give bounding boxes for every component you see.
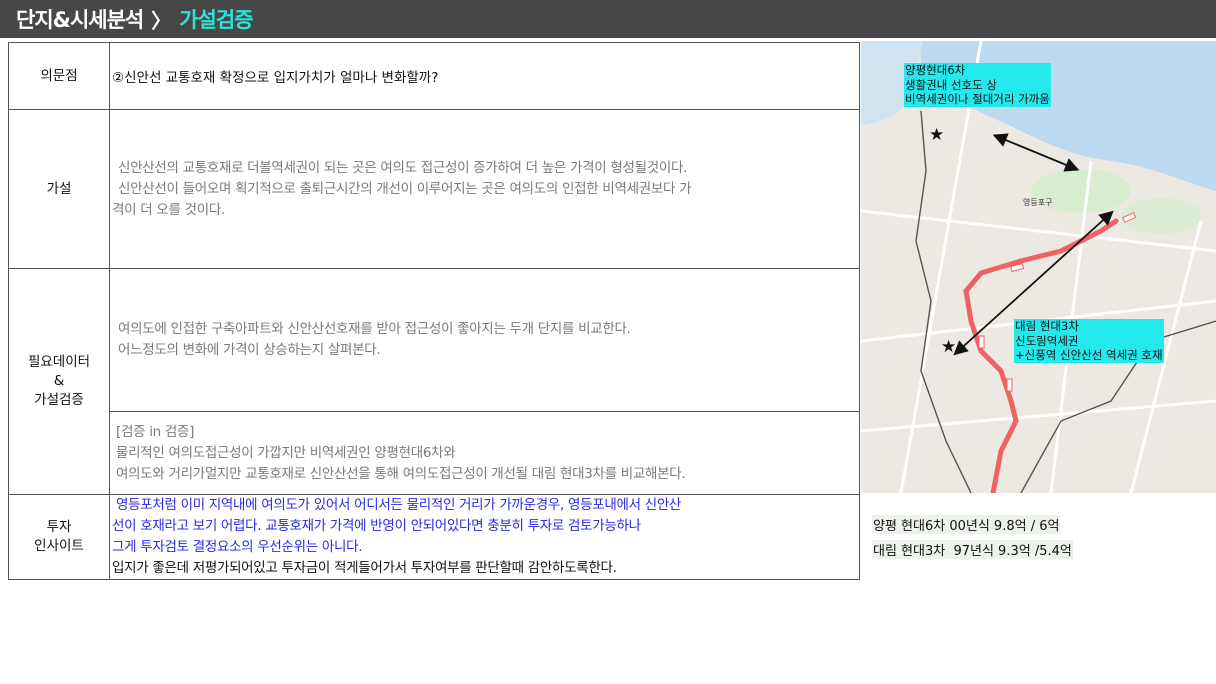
callout-mid-line-1: 대림 현대3차 bbox=[1015, 319, 1079, 333]
callout-top-line-3: 비역세권이나 절대거리 가까움 bbox=[905, 92, 1050, 106]
data-row-2: [검증 in 검증] 물리적인 여의도접근성이 가깝지만 비역세권인 양평현대6… bbox=[9, 411, 860, 495]
callout-top-line-1: 양평현대6차 bbox=[905, 63, 966, 77]
callout-mid-line-2: 신도림역세권 bbox=[1015, 333, 1079, 348]
verify-line-2: 물리적인 여의도접근성이 가깝지만 비역세권인 양평현대6차와 bbox=[116, 444, 456, 461]
verify-line-3: 여의도와 거리가멀지만 교통호재로 신안산선을 통해 여의도접근성이 개선될 대… bbox=[116, 465, 686, 482]
insight-black-line: 입지가 좋은데 저평가되어있고 투자금이 적게들어가서 투자여부를 판단할때 감… bbox=[112, 560, 617, 576]
data-line-2: 어느정도의 변화에 가격이 상승하는지 살펴본다. bbox=[118, 342, 381, 358]
callout-daerim: 대림 현대3차 신도림역세권 +신풍역 신안산선 역세권 호재 bbox=[1014, 319, 1164, 363]
header-title-main: 단지&시세분석 bbox=[16, 8, 144, 32]
data-line-1: 여의도에 인접한 구축아파트와 신안산선호재를 받아 접근성이 좋아지는 두개 … bbox=[118, 321, 631, 337]
data-row-1: 필요데이터 & 가설검증 여의도에 인접한 구축아파트와 신안산선호재를 받아 … bbox=[8, 268, 860, 495]
data-label: 필요데이터 & 가설검증 bbox=[8, 268, 110, 495]
insight-label: 투자 인사이트 bbox=[8, 494, 110, 580]
insight-blue-line-1: 영등포처럼 이미 지역내에 여의도가 있어서 어디서든 물리적인 거리가 가까운… bbox=[112, 497, 682, 513]
star-icon-daerim: ★ bbox=[941, 337, 956, 357]
hypothesis-label: 가설 bbox=[8, 109, 110, 269]
price-note-daerim: 대림 현대3차 97년식 9.3억 /5.4억 bbox=[872, 540, 1073, 559]
question-text: ②신안선 교통호재 확정으로 입지가치가 얼마나 변화할까? bbox=[109, 42, 860, 110]
data-text-1: 여의도에 인접한 구축아파트와 신안산선호재를 받아 접근성이 좋아지는 두개 … bbox=[109, 268, 860, 412]
insight-label-line-2: 인사이트 bbox=[34, 538, 84, 554]
header-bar: 단지&시세분석 〉 가설검증 bbox=[0, 0, 1216, 38]
callout-mid-line-3: +신풍역 신안산선 역세권 호재 bbox=[1015, 348, 1163, 362]
star-icon-yangpyeong: ★ bbox=[929, 125, 944, 145]
insight-blue-line-3: 그게 투자검토 결정요소의 우선순위는 아니다. bbox=[112, 539, 363, 555]
data-label-line-3: 가설검증 bbox=[34, 392, 84, 408]
callout-yangpyeong: 양평현대6차 생활권내 선호도 상 비역세권이나 절대거리 가까움 bbox=[904, 63, 1051, 107]
data-label-line-2: & bbox=[53, 373, 65, 389]
question-label: 의문점 bbox=[8, 42, 110, 110]
verify-line-1: [검증 in 검증] bbox=[116, 423, 195, 440]
callout-top-line-2: 생활권내 선호도 상 bbox=[905, 77, 997, 92]
insight-text: 영등포처럼 이미 지역내에 여의도가 있어서 어디서든 물리적인 거리가 가까운… bbox=[109, 494, 860, 580]
insight-label-line-1: 투자 bbox=[46, 519, 72, 535]
station-marker-3 bbox=[1006, 378, 1013, 392]
station-marker-2 bbox=[978, 335, 985, 349]
hypothesis-line-2: 신안산선이 들어오며 획기적으로 출퇴근시간의 개선이 이루어지는 곳은 여의도… bbox=[118, 180, 692, 197]
data-label-line-1: 필요데이터 bbox=[27, 354, 91, 370]
insight-blue-line-2: 선이 호재라고 보기 어렵다. 교통호재가 가격에 반영이 안되어있다면 충분히… bbox=[112, 518, 641, 534]
map-graphic: ★ ★ 영등포구 bbox=[861, 41, 1216, 493]
hypothesis-line-3: 격이 더 오를 것이다. bbox=[112, 201, 225, 218]
hypothesis-text: 신안산선의 교통호재로 더블역세권이 되는 곳은 여의도 접근성이 증가하여 더… bbox=[109, 109, 860, 269]
hypothesis-line-1: 신안산선의 교통호재로 더블역세권이 되는 곳은 여의도 접근성이 증가하여 더… bbox=[118, 159, 688, 176]
insight-row: 투자 인사이트 영등포처럼 이미 지역내에 여의도가 있어서 어디서든 물리적인… bbox=[8, 494, 860, 580]
data-text-2: [검증 in 검증] 물리적인 여의도접근성이 가깝지만 비역세권인 양평현대6… bbox=[109, 411, 860, 495]
hypothesis-row: 가설 신안산선의 교통호재로 더블역세권이 되는 곳은 여의도 접근성이 증가하… bbox=[8, 109, 860, 269]
price-note-yangpyeong: 양평 현대6차 00년식 9.8억 / 6억 bbox=[872, 515, 1061, 534]
header-title-sub: 가설검증 bbox=[179, 8, 253, 32]
header-separator-icon: 〉 bbox=[151, 8, 172, 33]
question-row: 의문점 ②신안선 교통호재 확정으로 입지가치가 얼마나 변화할까? bbox=[8, 42, 860, 110]
area-map: ★ ★ 영등포구 양평현대6차 생활권내 선호도 상 비역세권이나 절대거리 가… bbox=[861, 41, 1216, 493]
hypothesis-table: 의문점 ②신안선 교통호재 확정으로 입지가치가 얼마나 변화할까? 가설 신안… bbox=[8, 42, 860, 580]
district-label: 영등포구 bbox=[1023, 197, 1052, 207]
